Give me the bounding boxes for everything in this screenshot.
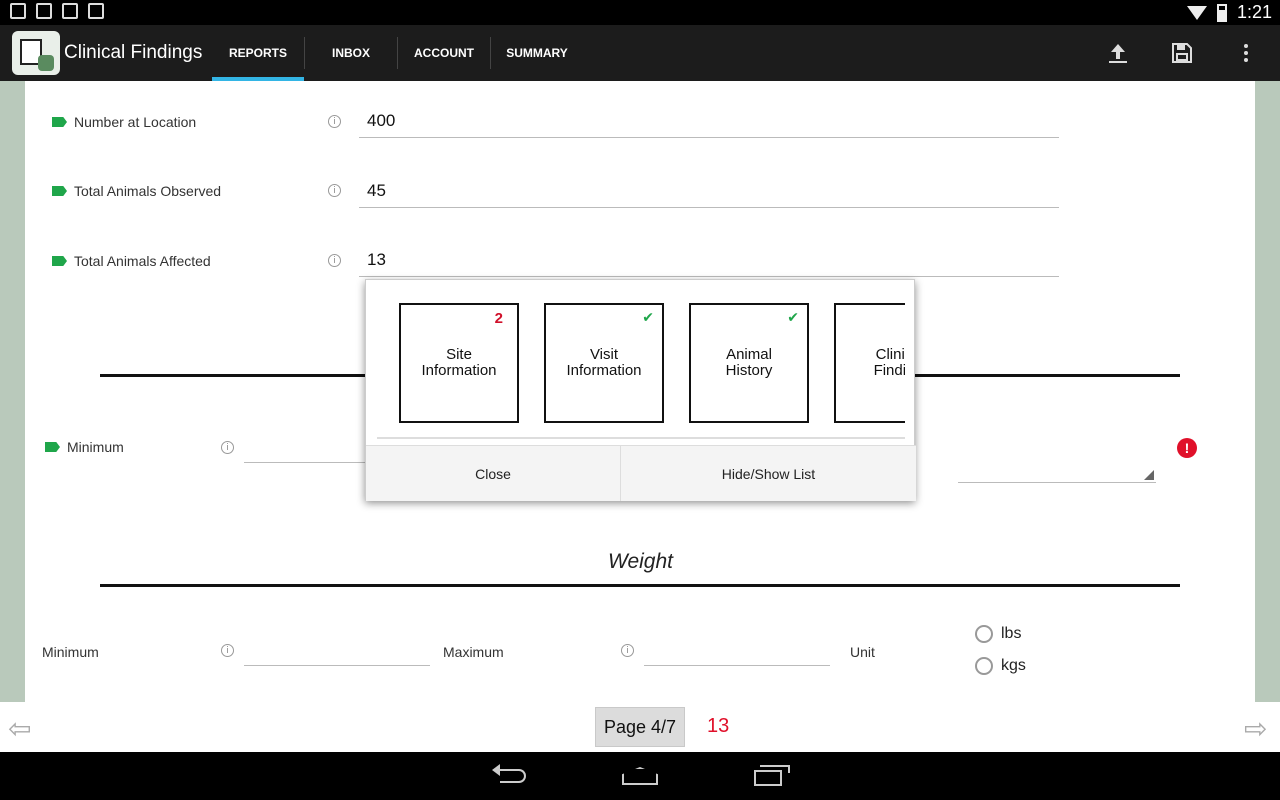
info-icon[interactable]: i: [621, 644, 634, 657]
radio-label: kgs: [1001, 657, 1026, 674]
field-label-total-observed: Total Animals Observed: [52, 183, 221, 199]
battery-icon: [1216, 3, 1227, 22]
section-card-site-information[interactable]: 2 Site Information: [399, 303, 519, 423]
info-icon[interactable]: i: [221, 441, 234, 454]
radio-button-icon[interactable]: [975, 657, 993, 675]
image-icon: [10, 3, 26, 19]
weight-unit-label: Unit: [850, 644, 875, 660]
home-icon[interactable]: [622, 764, 658, 788]
radio-button-icon[interactable]: [975, 625, 993, 643]
field-label-number-at-location: Number at Location: [52, 114, 196, 130]
error-icon: !: [1177, 438, 1197, 458]
wifi-icon: [1186, 5, 1207, 20]
field-label-text: Number at Location: [74, 114, 197, 130]
card-line: Information: [566, 362, 642, 379]
briefcase-icon: [88, 3, 104, 19]
tag-icon: [52, 186, 67, 196]
total-observed-field[interactable]: 45: [359, 181, 1059, 208]
field-label-text: Total Animals Observed: [74, 183, 222, 199]
tab-summary[interactable]: SUMMARY: [491, 25, 583, 81]
section-divider: [100, 584, 1180, 587]
weight-minimum-label: Minimum: [42, 644, 99, 660]
section-card-list[interactable]: 2 Site Information ✔ Visit Information ✔ A…: [377, 289, 905, 439]
info-icon[interactable]: i: [221, 644, 234, 657]
section-card-visit-information[interactable]: ✔ Visit Information: [544, 303, 664, 423]
next-page-arrow-icon[interactable]: ⇨: [1244, 712, 1267, 745]
section-card-animal-history[interactable]: ✔ Animal History: [689, 303, 809, 423]
recent-apps-icon[interactable]: [752, 764, 790, 788]
status-bar: 1:21: [0, 0, 1280, 25]
tab-reports[interactable]: REPORTS: [212, 25, 304, 81]
number-at-location-field[interactable]: 400: [359, 111, 1059, 138]
weight-maximum-field[interactable]: [644, 639, 830, 666]
card-line: History: [725, 362, 773, 379]
popup-button-bar: Close Hide/Show List: [366, 445, 916, 501]
action-bar: Clinical Findings REPORTS INBOX ACCOUNT …: [0, 25, 1280, 81]
tab-account[interactable]: ACCOUNT: [398, 25, 490, 81]
tab-bar: REPORTS INBOX ACCOUNT SUMMARY: [212, 25, 583, 81]
save-icon[interactable]: [1170, 41, 1194, 65]
page-indicator-button[interactable]: Page 4/7: [595, 707, 685, 747]
unit-radio-lbs[interactable]: lbs: [975, 625, 1021, 643]
close-button[interactable]: Close: [366, 446, 620, 501]
system-nav-bar: [0, 752, 1280, 800]
info-icon[interactable]: i: [328, 184, 341, 197]
tab-inbox[interactable]: INBOX: [305, 25, 397, 81]
field-label-text: Total Animals Affected: [74, 253, 211, 269]
field-label-text: Minimum: [67, 439, 124, 455]
card-line: Findin: [873, 362, 905, 379]
weight-maximum-label: Maximum: [443, 644, 504, 660]
check-icon: ✔: [642, 309, 654, 325]
field-label-minimum: Minimum: [45, 439, 124, 455]
check-icon: ✔: [787, 309, 799, 325]
dropdown-arrow-icon: [1144, 470, 1154, 480]
error-count: 13: [707, 715, 730, 737]
card-line: Animal: [726, 346, 772, 363]
overflow-menu-icon[interactable]: [1234, 41, 1258, 65]
tag-icon: [52, 117, 67, 127]
error-count-badge: 2: [494, 310, 503, 327]
back-icon[interactable]: [492, 764, 530, 788]
weight-minimum-field[interactable]: [244, 639, 430, 666]
tag-icon: [52, 256, 67, 266]
unit-dropdown[interactable]: [958, 456, 1156, 483]
app-title: Clinical Findings: [64, 42, 203, 63]
app-logo-icon[interactable]: [12, 31, 60, 75]
card-line: Visit: [589, 346, 619, 363]
card-line: Site: [446, 346, 472, 363]
section-title-weight: Weight: [608, 550, 673, 573]
unit-radio-kgs[interactable]: kgs: [975, 657, 1026, 675]
briefcase-icon: [62, 3, 78, 19]
radio-label: lbs: [1001, 625, 1022, 642]
info-icon[interactable]: i: [328, 115, 341, 128]
section-card-clinical-findings[interactable]: ClinicFindin: [834, 303, 905, 423]
field-label-total-affected: Total Animals Affected: [52, 253, 211, 269]
total-affected-field[interactable]: 13: [359, 250, 1059, 277]
card-line: Information: [421, 362, 497, 379]
clock: 1:21: [1236, 2, 1272, 22]
download-icon: [36, 3, 52, 19]
section-navigator-popup: 2 Site Information ✔ Visit Information ✔ A…: [365, 279, 916, 501]
tag-icon: [45, 442, 60, 452]
minimum-field[interactable]: [244, 436, 374, 463]
card-line: Clinic: [875, 346, 905, 363]
previous-page-arrow-icon[interactable]: ⇦: [8, 712, 31, 745]
hide-show-list-button[interactable]: Hide/Show List: [620, 446, 916, 501]
info-icon[interactable]: i: [328, 254, 341, 267]
upload-icon[interactable]: [1106, 41, 1130, 65]
